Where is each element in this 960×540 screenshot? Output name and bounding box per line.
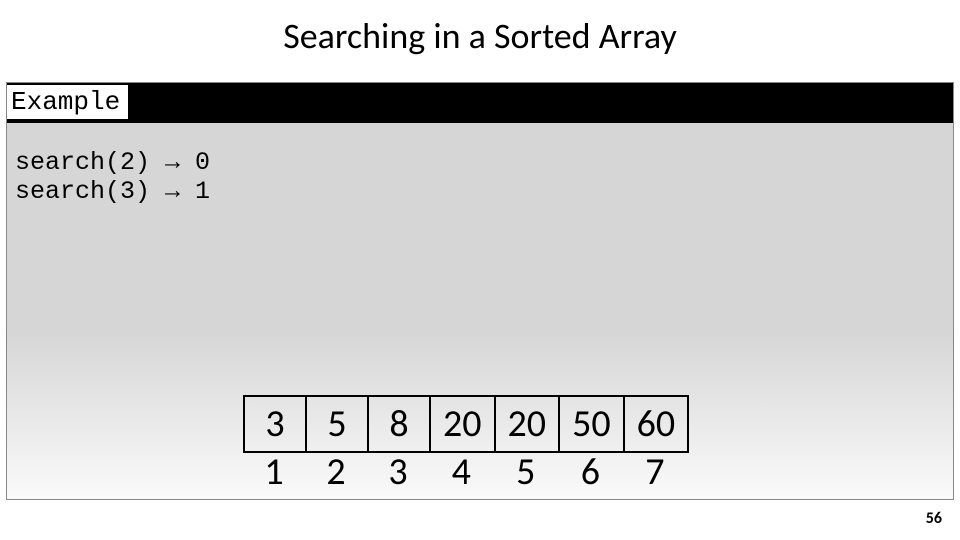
- array-cell: 3: [244, 396, 306, 452]
- array-cell: 50: [559, 396, 624, 452]
- array-index: 5: [494, 449, 559, 495]
- array-cell: 20: [430, 396, 495, 452]
- array-index: 7: [623, 449, 688, 495]
- code-line-1: search(2) → 0: [15, 148, 210, 177]
- array-cell: 60: [624, 396, 689, 452]
- example-heading-bar: Example: [7, 83, 953, 123]
- example-label: Example: [7, 85, 128, 121]
- array-cell: 20: [495, 396, 560, 452]
- array-index: 1: [243, 449, 305, 495]
- code-line-2: search(3) → 1: [15, 177, 210, 206]
- array-values-row: 3 5 8 20 20 50 60: [243, 395, 689, 453]
- content-panel: Example search(2) → 0 search(3) → 1 3 5 …: [6, 82, 954, 500]
- array-index-row: 1234567: [243, 449, 687, 495]
- array-index: 2: [305, 449, 367, 495]
- page-title: Searching in a Sorted Array: [0, 0, 960, 66]
- code-block: search(2) → 0 search(3) → 1: [15, 149, 210, 207]
- slide: Searching in a Sorted Array Example sear…: [0, 0, 960, 540]
- array-index: 4: [429, 449, 494, 495]
- array-index: 6: [558, 449, 623, 495]
- array-index: 3: [367, 449, 429, 495]
- array-cell: 5: [306, 396, 368, 452]
- page-number: 56: [926, 509, 942, 528]
- array-cell: 8: [368, 396, 430, 452]
